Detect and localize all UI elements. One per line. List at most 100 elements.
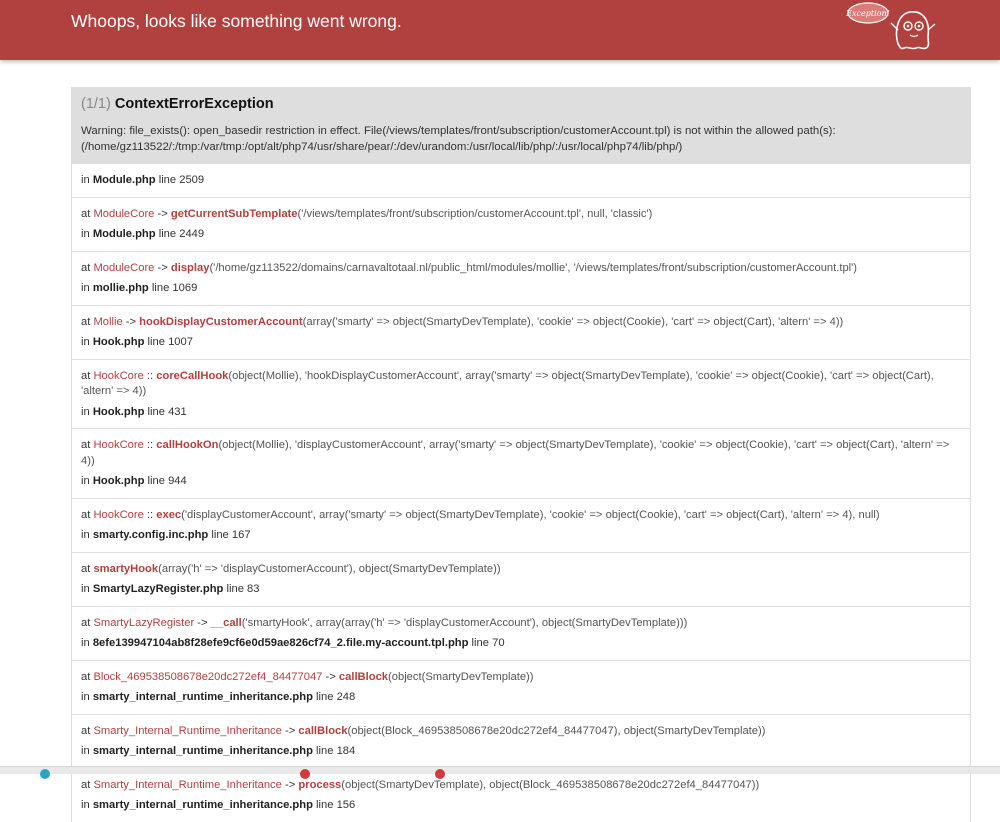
trace-class: Mollie <box>93 315 123 328</box>
trace-in: in <box>81 174 93 186</box>
trace-separator: :: <box>143 439 157 451</box>
trace-line-label: line <box>155 174 180 186</box>
trace-args: (object(Block_469538508678e20dc272ef4_84… <box>347 724 766 737</box>
trace-in: in <box>81 405 93 418</box>
trace-class: HookCore <box>93 369 144 382</box>
trace-location: in Module.php line 2509 <box>81 173 961 189</box>
trace-separator: -> <box>281 778 299 791</box>
exception-ghost-logo: Exception! <box>845 2 936 50</box>
trace-args: ('/views/templates/front/subscription/cu… <box>297 207 653 220</box>
trace-line-number: 431 <box>168 405 187 418</box>
trace-at: at <box>81 369 94 382</box>
trace-in: in <box>81 691 93 703</box>
trace-in: in <box>81 336 93 348</box>
trace-separator: -> <box>154 261 171 274</box>
trace-line-label: line <box>312 799 337 811</box>
exception-class: ContextErrorException <box>114 96 274 112</box>
trace-file: Hook.php <box>92 475 145 487</box>
trace-in: in <box>81 475 93 487</box>
trace-args: ('displayCustomerAccount', array('smarty… <box>181 508 880 521</box>
trace-args: (object(SmartyDevTemplate), object(Block… <box>341 778 760 791</box>
trace-entry: at Smarty_Internal_Runtime_Inheritance -… <box>72 767 970 822</box>
trace-class: ModuleCore <box>93 207 155 220</box>
trace-class: HookCore <box>93 439 144 451</box>
trace-line-label: line <box>144 405 169 418</box>
trace-line-number: 1069 <box>172 282 198 294</box>
trace-file: Module.php <box>92 228 156 240</box>
trace-call: at HookCore :: coreCallHook(object(Molli… <box>81 369 961 400</box>
trace-args: (array('smarty' => object(SmartyDevTempl… <box>302 315 844 328</box>
trace-at: at <box>81 508 94 521</box>
trace-separator: -> <box>281 724 299 737</box>
trace-in: in <box>81 228 93 240</box>
trace-in: in <box>81 745 93 757</box>
trace-class: ModuleCore <box>93 261 155 274</box>
trace-file: Module.php <box>92 174 156 186</box>
trace-at: at <box>81 670 94 683</box>
trace-in: in <box>81 637 93 649</box>
trace-entry: at Smarty_Internal_Runtime_Inheritance -… <box>72 713 970 768</box>
trace-location: in SmartyLazyRegister.php line 83 <box>81 582 961 598</box>
trace-line-label: line <box>223 583 248 595</box>
trace-at: at <box>81 724 94 737</box>
trace-entry: at ModuleCore -> getCurrentSubTemplate('… <box>72 196 970 251</box>
trace-call: at ModuleCore -> getCurrentSubTemplate('… <box>81 207 961 223</box>
trace-line-label: line <box>148 282 173 294</box>
trace-args: (array('h' => 'displayCustomerAccount'),… <box>158 562 501 575</box>
app-icon[interactable] <box>300 769 310 779</box>
trace-line-number: 167 <box>231 529 251 541</box>
trace-in: in <box>81 583 93 595</box>
trace-args: ('/home/gz113522/domains/carnavaltotaal.… <box>209 261 858 274</box>
trace-line-number: 184 <box>336 745 356 757</box>
trace-entry: at SmartyLazyRegister -> __call('smartyH… <box>72 605 970 660</box>
trace-function: callHookOn <box>156 439 219 451</box>
trace-function: exec <box>156 508 182 521</box>
trace-file: smarty_internal_runtime_inheritance.php <box>92 799 313 811</box>
app-icon[interactable] <box>435 769 445 779</box>
trace-at: at <box>81 562 94 575</box>
trace-call: at Smarty_Internal_Runtime_Inheritance -… <box>81 724 961 740</box>
trace-file: smarty_internal_runtime_inheritance.php <box>92 691 313 703</box>
trace-class: SmartyLazyRegister <box>93 616 195 629</box>
trace-call: at smartyHook(array('h' => 'displayCusto… <box>81 562 961 578</box>
trace-at: at <box>81 778 94 791</box>
trace-function: __call <box>210 616 242 629</box>
trace-separator: -> <box>322 670 339 683</box>
trace-entry: at ModuleCore -> display('/home/gz113522… <box>72 250 970 305</box>
trace-line-label: line <box>312 745 337 757</box>
trace-line-number: 2509 <box>179 174 205 186</box>
logo-text: Exception! <box>845 9 890 18</box>
trace-in: in <box>81 282 93 294</box>
trace-file: Hook.php <box>92 336 145 348</box>
trace-call: at HookCore :: callHookOn(object(Mollie)… <box>81 438 961 469</box>
trace-call: at ModuleCore -> display('/home/gz113522… <box>81 261 961 277</box>
trace-location: in smarty.config.inc.php line 167 <box>81 528 961 544</box>
exception-count: (1/1) <box>81 96 111 112</box>
trace-separator: -> <box>122 315 140 328</box>
trace-function: callBlock <box>298 724 348 737</box>
trace-args: (object(SmartyDevTemplate)) <box>388 670 534 683</box>
trace-at: at <box>81 261 94 274</box>
trace-line-number: 2449 <box>179 228 205 240</box>
trace-file: Hook.php <box>92 405 145 418</box>
trace-in: in <box>81 529 93 541</box>
trace-line-number: 1007 <box>168 336 193 348</box>
exception-message: Warning: file_exists(): open_basedir res… <box>81 125 836 153</box>
trace-file: SmartyLazyRegister.php <box>92 583 224 595</box>
trace-class: HookCore <box>93 508 144 521</box>
trace-line-number: 944 <box>168 475 187 487</box>
trace-location: in smarty_internal_runtime_inheritance.p… <box>81 798 961 814</box>
trace-line-label: line <box>312 691 337 703</box>
trace-location: in smarty_internal_runtime_inheritance.p… <box>81 744 961 760</box>
trace-separator: -> <box>194 616 211 629</box>
trace-line-label: line <box>144 336 169 348</box>
trace-entry: in Module.php line 2509 <box>72 163 970 197</box>
trace-separator: -> <box>154 207 171 220</box>
app-icon[interactable] <box>40 769 50 779</box>
trace-entry: at smartyHook(array('h' => 'displayCusto… <box>72 551 970 606</box>
trace-function: getCurrentSubTemplate <box>170 207 298 220</box>
trace-line-number: 70 <box>492 637 505 649</box>
trace-location: in smarty_internal_runtime_inheritance.p… <box>81 690 961 706</box>
page-title: Whoops, looks like something went wrong. <box>71 11 402 31</box>
exception-panel: (1/1) ContextErrorException Warning: fil… <box>71 87 971 822</box>
